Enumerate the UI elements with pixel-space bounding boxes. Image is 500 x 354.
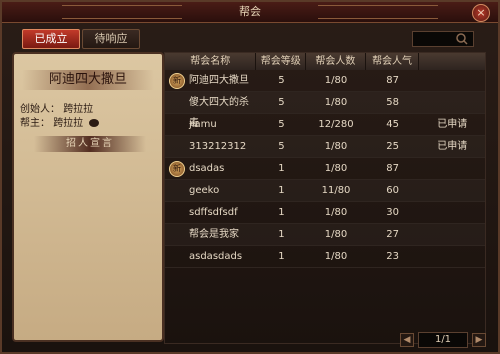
cell-guild-popularity: 30 <box>386 207 399 218</box>
cell-guild-members: 1/80 <box>324 75 348 86</box>
recruit-declaration-button[interactable]: 招人宣言 <box>34 136 146 152</box>
title-ornament-left <box>62 5 182 19</box>
table-row[interactable]: 新 dsadas 1 1/80 87 <box>165 158 485 180</box>
table-row[interactable]: jiamu 5 12/280 45 已申请 <box>165 114 485 136</box>
cell-guild-popularity: 60 <box>386 185 399 196</box>
table-row[interactable]: 313212312 5 1/80 25 已申请 <box>165 136 485 158</box>
cell-guild-level: 5 <box>278 119 285 130</box>
header-guild-level: 帮会等级 <box>256 53 307 70</box>
new-badge-icon: 新 <box>169 161 185 177</box>
leader-label: 帮主： <box>20 118 50 129</box>
tab-established[interactable]: 已成立 <box>22 29 80 49</box>
page-indicator: 1/1 <box>418 332 468 348</box>
table-header: 帮会名称 帮会等级 帮会人数 帮会人气 <box>165 53 485 70</box>
cell-guild-members: 12/280 <box>318 119 354 130</box>
title-ornament-right <box>318 5 438 19</box>
guild-name-text: jiamu <box>189 119 217 130</box>
cell-guild-popularity: 87 <box>386 75 399 86</box>
cell-status <box>419 224 485 245</box>
cell-guild-name: 新 dsadas <box>165 158 257 179</box>
selected-guild-name: 阿迪四大撒旦 <box>22 70 154 90</box>
cell-guild-members: 1/80 <box>324 97 348 108</box>
cell-status <box>419 180 485 201</box>
table-row[interactable]: 帮会是我家 1 1/80 27 <box>165 224 485 246</box>
cell-guild-name: asdasdads <box>165 246 257 267</box>
cell-status: 已申请 <box>437 119 468 130</box>
guild-name-text: sdffsdfsdf <box>189 207 238 218</box>
table-row[interactable]: geeko 1 11/80 60 <box>165 180 485 202</box>
cell-guild-level: 5 <box>278 75 285 86</box>
cell-guild-members: 11/80 <box>321 185 351 196</box>
cell-guild-popularity: 45 <box>386 119 399 130</box>
cell-guild-members: 1/80 <box>324 141 348 152</box>
table-body: 新阿迪四大撒旦 5 1/80 87 傻大四大的杀毒 5 1/80 58 jiamu 5 12/280… <box>165 70 485 268</box>
creator-line: 创始人： 跨拉拉 <box>20 100 93 115</box>
guild-list-table: 帮会名称 帮会等级 帮会人数 帮会人气 新阿迪四大撒旦 5 1/80 87 傻大四大的杀… <box>164 52 486 344</box>
cell-guild-level: 1 <box>278 229 285 240</box>
cell-guild-level: 5 <box>278 141 285 152</box>
cell-guild-members: 1/80 <box>324 251 348 262</box>
guild-name-text: asdasdads <box>189 251 243 262</box>
cell-guild-name: 新阿迪四大撒旦 <box>165 70 257 91</box>
table-row[interactable]: asdasdads 1 1/80 23 <box>165 246 485 268</box>
prev-page-button[interactable]: ◀ <box>400 333 414 347</box>
cell-guild-level: 1 <box>278 185 285 196</box>
cell-guild-popularity: 23 <box>386 251 399 262</box>
cell-guild-popularity: 87 <box>386 163 399 174</box>
new-badge-icon: 新 <box>169 73 185 89</box>
table-row[interactable]: 新阿迪四大撒旦 5 1/80 87 <box>165 70 485 92</box>
cell-guild-popularity: 58 <box>386 97 399 108</box>
next-page-button[interactable]: ▶ <box>472 333 486 347</box>
close-button[interactable]: × <box>472 4 490 22</box>
guild-name-text: 阿迪四大撒旦 <box>189 75 249 86</box>
chat-bubble-icon[interactable] <box>89 119 100 127</box>
cell-guild-name: sdffsdfsdf <box>165 202 257 223</box>
cell-guild-name: geeko <box>165 180 257 201</box>
cell-status <box>419 70 485 91</box>
pagination: ◀ 1/1 ▶ <box>400 332 488 348</box>
guild-name-text: 帮会是我家 <box>189 229 239 240</box>
guild-name-text: dsadas <box>189 163 225 174</box>
cell-guild-level: 1 <box>278 163 285 174</box>
cell-guild-members: 1/80 <box>324 229 348 240</box>
cell-guild-members: 1/80 <box>324 207 348 218</box>
cell-status <box>419 92 485 113</box>
guild-name-text: 313212312 <box>189 141 247 152</box>
header-guild-popularity: 帮会人气 <box>366 53 420 70</box>
cell-status: 已申请 <box>437 141 468 152</box>
tab-pending[interactable]: 待响应 <box>82 29 140 49</box>
cell-guild-level: 1 <box>278 207 285 218</box>
table-row[interactable]: sdffsdfsdf 1 1/80 30 <box>165 202 485 224</box>
search-icon[interactable] <box>455 32 469 46</box>
guild-name-text: geeko <box>189 185 220 196</box>
header-guild-name: 帮会名称 <box>165 53 257 70</box>
leader-value: 跨拉拉 <box>53 118 84 129</box>
window-title: 帮会 <box>239 5 261 18</box>
leader-line: 帮主： 跨拉拉 <box>20 114 100 129</box>
table-row[interactable]: 傻大四大的杀毒 5 1/80 58 <box>165 92 485 129</box>
guild-info-panel: 阿迪四大撒旦 创始人： 跨拉拉 帮主： 跨拉拉 招人宣言 <box>12 52 164 342</box>
cell-status <box>419 158 485 179</box>
window-titlebar: 帮会 × <box>2 2 498 23</box>
cell-guild-name: 313212312 <box>165 136 257 157</box>
cell-guild-members: 1/80 <box>324 163 348 174</box>
guild-window: 帮会 × 已成立 待响应 阿迪四大撒旦 创始人： 跨拉拉 帮主： 跨拉拉 招人宣… <box>0 0 500 354</box>
cell-status <box>419 202 485 223</box>
header-status <box>419 53 485 70</box>
search-input[interactable] <box>412 31 474 47</box>
cell-guild-name: 帮会是我家 <box>165 224 257 245</box>
cell-guild-popularity: 27 <box>386 229 399 240</box>
cell-guild-popularity: 25 <box>386 141 399 152</box>
cell-guild-level: 1 <box>278 251 285 262</box>
cell-guild-name: jiamu <box>165 114 257 135</box>
cell-guild-level: 5 <box>278 97 285 108</box>
cell-status <box>419 246 485 267</box>
cell-guild-name: 傻大四大的杀毒 <box>165 92 257 129</box>
header-guild-members: 帮会人数 <box>306 53 366 70</box>
